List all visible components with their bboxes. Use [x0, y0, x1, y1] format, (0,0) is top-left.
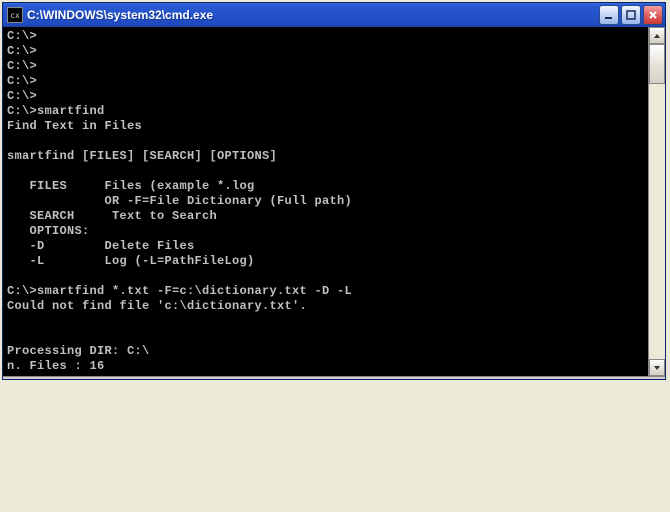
close-button[interactable] — [643, 5, 663, 25]
cmd-window: cx C:\WINDOWS\system32\cmd.exe C:\> C:\>… — [2, 2, 666, 380]
window-bottom-border — [3, 376, 665, 379]
window-title: C:\WINDOWS\system32\cmd.exe — [27, 8, 599, 22]
maximize-button[interactable] — [621, 5, 641, 25]
scroll-up-button[interactable] — [649, 27, 665, 44]
scroll-down-button[interactable] — [649, 359, 665, 376]
terminal-container: C:\> C:\> C:\> C:\> C:\> C:\>smartfind F… — [3, 27, 665, 376]
terminal-output[interactable]: C:\> C:\> C:\> C:\> C:\> C:\>smartfind F… — [3, 27, 648, 376]
vertical-scrollbar[interactable] — [648, 27, 665, 376]
minimize-button[interactable] — [599, 5, 619, 25]
scroll-thumb[interactable] — [649, 44, 665, 84]
app-icon: cx — [7, 7, 23, 23]
titlebar[interactable]: cx C:\WINDOWS\system32\cmd.exe — [3, 3, 665, 27]
scroll-track[interactable] — [649, 44, 665, 359]
window-controls — [599, 5, 663, 25]
